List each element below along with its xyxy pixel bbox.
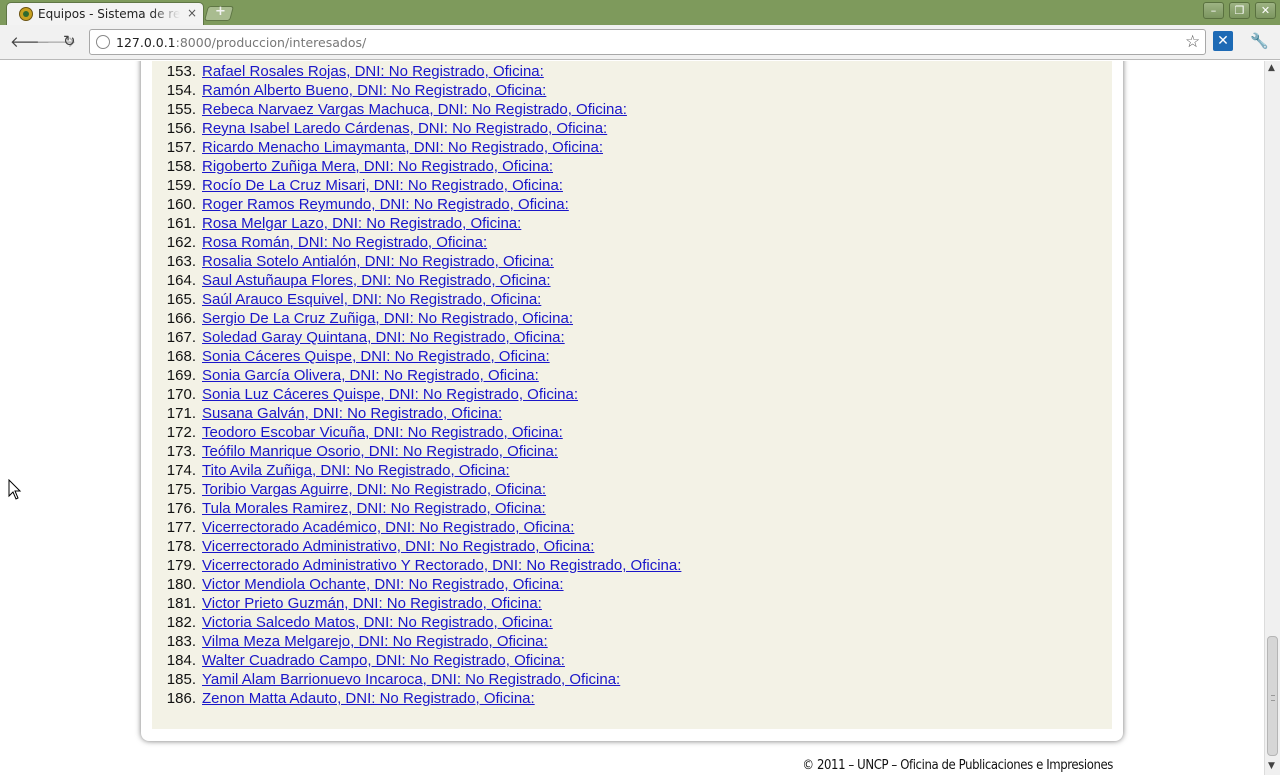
list-item-number: 154. bbox=[166, 82, 196, 99]
list-item-number: 167. bbox=[166, 329, 196, 346]
interesado-link[interactable]: Vicerrectorado Administrativo Y Rectorad… bbox=[202, 556, 681, 575]
scroll-up-icon[interactable]: ▲ bbox=[1268, 63, 1275, 73]
interesado-link[interactable]: Vilma Meza Melgarejo, DNI: No Registrado… bbox=[202, 632, 548, 651]
interesado-link[interactable]: Sergio De La Cruz Zuñiga, DNI: No Regist… bbox=[202, 309, 573, 328]
list-item-number: 179. bbox=[166, 557, 196, 574]
page-viewport: 153. Rafael Rosales Rojas, DNI: No Regist… bbox=[0, 61, 1264, 775]
list-item-number: 185. bbox=[166, 671, 196, 688]
interesado-link[interactable]: Teófilo Manrique Osorio, DNI: No Registr… bbox=[202, 442, 558, 461]
interesado-link[interactable]: Sonia Luz Cáceres Quispe, DNI: No Regist… bbox=[202, 385, 578, 404]
interesado-link[interactable]: Ricardo Menacho Limaymanta, DNI: No Regi… bbox=[202, 138, 603, 157]
scrollbar-thumb[interactable] bbox=[1267, 636, 1278, 756]
tab-title: Equipos - Sistema de re bbox=[38, 7, 180, 21]
url-host: 127.0.0.1 bbox=[116, 35, 176, 50]
interesado-link[interactable]: Tito Avila Zuñiga, DNI: No Registrado, O… bbox=[202, 461, 510, 480]
tab-close-icon[interactable]: × bbox=[187, 6, 197, 20]
list-item-number: 183. bbox=[166, 633, 196, 650]
interesado-link[interactable]: Vicerrectorado Administrativo, DNI: No R… bbox=[202, 537, 594, 556]
page-footer: © 2011 – UNCP – Oficina de Publicaciones… bbox=[802, 758, 1113, 773]
interesado-link[interactable]: Soledad Garay Quintana, DNI: No Registra… bbox=[202, 328, 565, 347]
interesado-link[interactable]: Rosa Román, DNI: No Registrado, Oficina: bbox=[202, 233, 487, 252]
list-item-number: 173. bbox=[166, 443, 196, 460]
tab-equipos[interactable]: Equipos - Sistema de re × bbox=[6, 2, 204, 25]
url-text: 127.0.0.1:8000/produccion/interesados/ bbox=[116, 35, 366, 50]
interesado-link[interactable]: Tula Morales Ramirez, DNI: No Registrado… bbox=[202, 499, 546, 518]
interesado-link[interactable]: Victor Prieto Guzmán, DNI: No Registrado… bbox=[202, 594, 542, 613]
list-item-number: 178. bbox=[166, 538, 196, 555]
interesado-link[interactable]: Zenon Matta Adauto, DNI: No Registrado, … bbox=[202, 689, 535, 708]
interesado-link[interactable]: Yamil Alam Barrionuevo Incaroca, DNI: No… bbox=[202, 670, 620, 689]
interesado-link[interactable]: Rocío De La Cruz Misari, DNI: No Registr… bbox=[202, 176, 563, 195]
window-titlebar: Equipos - Sistema de re × + – ❐ ✕ bbox=[0, 0, 1280, 25]
list-item-number: 170. bbox=[166, 386, 196, 403]
interesado-link[interactable]: Reyna Isabel Laredo Cárdenas, DNI: No Re… bbox=[202, 119, 607, 138]
interesado-link[interactable]: Victoria Salcedo Matos, DNI: No Registra… bbox=[202, 613, 553, 632]
interesado-link[interactable]: Susana Galván, DNI: No Registrado, Ofici… bbox=[202, 404, 502, 423]
list-item-number: 181. bbox=[166, 595, 196, 612]
list-item-number: 162. bbox=[166, 234, 196, 251]
list-item-number: 157. bbox=[166, 139, 196, 156]
bookmark-star-icon[interactable]: ☆ bbox=[1185, 32, 1200, 52]
interesado-link[interactable]: Vicerrectorado Académico, DNI: No Regist… bbox=[202, 518, 574, 537]
list-item-number: 161. bbox=[166, 215, 196, 232]
list-item-number: 177. bbox=[166, 519, 196, 536]
reload-icon[interactable]: ↻ bbox=[63, 32, 76, 50]
interesado-link[interactable]: Saul Astuñaupa Flores, DNI: No Registrad… bbox=[202, 271, 551, 290]
main-content: 153. Rafael Rosales Rojas, DNI: No Regist… bbox=[152, 61, 1112, 729]
list-item-number: 176. bbox=[166, 500, 196, 517]
grip-icon bbox=[1271, 695, 1275, 701]
plus-icon[interactable]: + bbox=[215, 4, 226, 19]
interesado-link[interactable]: Victor Mendiola Ochante, DNI: No Registr… bbox=[202, 575, 564, 594]
list-item-number: 153. bbox=[166, 63, 196, 80]
list-item-number: 175. bbox=[166, 481, 196, 498]
list-item-number: 169. bbox=[166, 367, 196, 384]
browser-toolbar: 🡐 🡒 ↻ 127.0.0.1:8000/produccion/interesa… bbox=[0, 25, 1280, 60]
close-window-button[interactable]: ✕ bbox=[1255, 2, 1276, 19]
scroll-down-icon[interactable]: ▼ bbox=[1268, 761, 1275, 771]
interesado-link[interactable]: Rebeca Narvaez Vargas Machuca, DNI: No R… bbox=[202, 100, 627, 119]
address-bar[interactable]: 127.0.0.1:8000/produccion/interesados/ ☆ bbox=[89, 29, 1206, 55]
interesado-link[interactable]: Rosa Melgar Lazo, DNI: No Registrado, Of… bbox=[202, 214, 521, 233]
list-item-number: 160. bbox=[166, 196, 196, 213]
uncp-logo-icon bbox=[19, 7, 33, 21]
interesado-link[interactable]: Sonia García Olivera, DNI: No Registrado… bbox=[202, 366, 539, 385]
list-item-number: 180. bbox=[166, 576, 196, 593]
wrench-menu-icon[interactable]: 🔧 bbox=[1250, 32, 1269, 50]
interesado-link[interactable]: Toribio Vargas Aguirre, DNI: No Registra… bbox=[202, 480, 546, 499]
list-item-number: 155. bbox=[166, 101, 196, 118]
list-item-number: 164. bbox=[166, 272, 196, 289]
page-info-icon[interactable] bbox=[96, 35, 110, 49]
list-item-number: 163. bbox=[166, 253, 196, 270]
vertical-scrollbar[interactable]: ▲ ▼ bbox=[1264, 61, 1280, 775]
interesado-link[interactable]: Walter Cuadrado Campo, DNI: No Registrad… bbox=[202, 651, 565, 670]
interesado-link[interactable]: Roger Ramos Reymundo, DNI: No Registrado… bbox=[202, 195, 569, 214]
list-item-number: 156. bbox=[166, 120, 196, 137]
interesado-link[interactable]: Rosalia Sotelo Antialón, DNI: No Registr… bbox=[202, 252, 554, 271]
list-item-number: 172. bbox=[166, 424, 196, 441]
list-item-number: 174. bbox=[166, 462, 196, 479]
interesado-link[interactable]: Rigoberto Zuñiga Mera, DNI: No Registrad… bbox=[202, 157, 553, 176]
list-item-number: 184. bbox=[166, 652, 196, 669]
interesado-link[interactable]: Sonia Cáceres Quispe, DNI: No Registrado… bbox=[202, 347, 550, 366]
list-item-number: 159. bbox=[166, 177, 196, 194]
interesado-link[interactable]: Saúl Arauco Esquivel, DNI: No Registrado… bbox=[202, 290, 541, 309]
mouse-pointer-icon bbox=[8, 479, 22, 500]
list-item-number: 168. bbox=[166, 348, 196, 365]
url-path: :8000/produccion/interesados/ bbox=[175, 35, 367, 50]
list-item-number: 186. bbox=[166, 690, 196, 707]
minimize-button[interactable]: – bbox=[1203, 2, 1224, 19]
extension-icon[interactable]: ✕ bbox=[1213, 31, 1233, 51]
list-item-number: 171. bbox=[166, 405, 196, 422]
list-item-number: 165. bbox=[166, 291, 196, 308]
interesado-link[interactable]: Rafael Rosales Rojas, DNI: No Registrado… bbox=[202, 62, 544, 81]
list-item-number: 158. bbox=[166, 158, 196, 175]
restore-button[interactable]: ❐ bbox=[1229, 2, 1250, 19]
interesado-link[interactable]: Teodoro Escobar Vicuña, DNI: No Registra… bbox=[202, 423, 563, 442]
interesado-link[interactable]: Ramón Alberto Bueno, DNI: No Registrado,… bbox=[202, 81, 546, 100]
list-item-number: 182. bbox=[166, 614, 196, 631]
list-item-number: 166. bbox=[166, 310, 196, 327]
